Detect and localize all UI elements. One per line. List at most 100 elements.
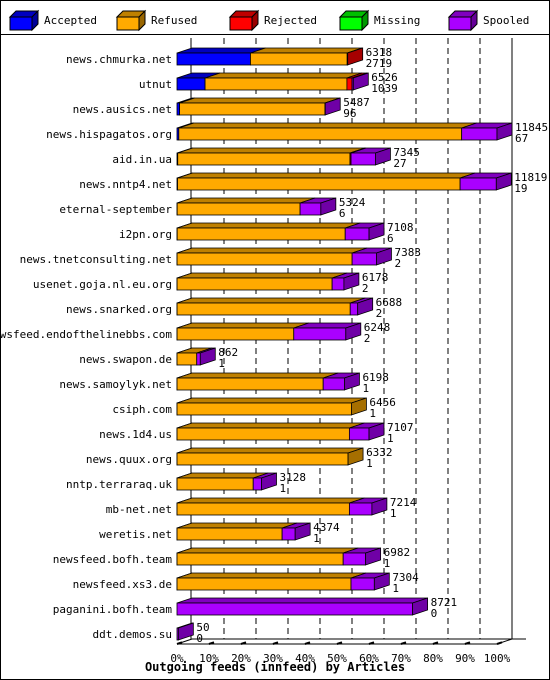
legend-label-accepted: Accepted bbox=[44, 14, 97, 27]
bar-value-label: 2 bbox=[362, 282, 369, 295]
bar-value-label: 1 bbox=[313, 532, 320, 545]
category-label: news.tnetconsulting.net bbox=[20, 253, 172, 266]
bar-segment-refused bbox=[176, 252, 353, 266]
bar-segment-refused bbox=[176, 402, 352, 416]
bar-segment-accepted bbox=[176, 52, 251, 66]
bar-segment-spooled bbox=[348, 427, 370, 441]
bar-segment-refused bbox=[176, 327, 295, 341]
bar-segment-spooled bbox=[322, 377, 345, 391]
category-label: news.snarked.org bbox=[66, 303, 172, 316]
bar-segment-spooled bbox=[299, 202, 322, 216]
bar-value-label: 1 bbox=[384, 557, 391, 570]
category-label: mb-net.net bbox=[106, 503, 172, 516]
bar-segment-top-refused bbox=[179, 97, 341, 104]
bar-segment-top-refused bbox=[178, 122, 477, 129]
bar-segment-refused bbox=[176, 427, 350, 441]
x-tick-label: 100% bbox=[484, 652, 511, 665]
legend-swatch-refused bbox=[116, 16, 140, 31]
bar-segment-top-refused bbox=[177, 147, 366, 154]
bar-segment-top-refused bbox=[176, 397, 367, 404]
innfeed-bar-chart: Accepted Refused Rejected Missing Spooled ne… bbox=[0, 0, 550, 680]
bar-value-label: 1 bbox=[280, 482, 287, 495]
bar-segment-refused bbox=[250, 52, 348, 66]
bar-segment-refused bbox=[176, 352, 198, 366]
category-label: news.1d4.us bbox=[99, 428, 172, 441]
bar-segment-top-refused bbox=[176, 572, 367, 579]
bar-segment-refused bbox=[176, 227, 346, 241]
bar-value-label: 2 bbox=[364, 332, 371, 345]
bar-segment-spooled bbox=[252, 477, 262, 491]
bar-segment-refused bbox=[177, 177, 461, 191]
bar-segment-top-refused bbox=[177, 172, 476, 179]
legend-label-missing: Missing bbox=[374, 14, 420, 27]
legend-swatch-missing bbox=[339, 16, 363, 31]
bar-segment-refused bbox=[176, 502, 350, 516]
bar-value-label: 96 bbox=[343, 107, 356, 120]
bar-value-label: 27 bbox=[393, 157, 406, 170]
bar-segment-spooled bbox=[196, 352, 201, 366]
bar-segment-spooled bbox=[281, 527, 296, 541]
category-label: news.swapon.de bbox=[79, 353, 172, 366]
x-tick-label: 90% bbox=[455, 652, 475, 665]
bar-value-label: 1 bbox=[366, 457, 373, 470]
category-label: weretis.net bbox=[99, 528, 172, 541]
category-label: news.chmurka.net bbox=[66, 53, 172, 66]
category-label: eternal-september bbox=[59, 203, 172, 216]
category-label: utnut bbox=[139, 78, 172, 91]
bar-segment-top-refused bbox=[176, 447, 364, 454]
bar-segment-top-refused bbox=[177, 222, 361, 229]
bar-segment-refused bbox=[176, 552, 344, 566]
bar-segment-accepted bbox=[176, 77, 206, 91]
category-label: newsfeed.bofh.team bbox=[53, 553, 173, 566]
category-label: news.ausics.net bbox=[73, 103, 172, 116]
bar-segment-top-refused bbox=[177, 197, 316, 204]
bar-segment-top-refused bbox=[176, 522, 298, 529]
category-label: i2pn.org bbox=[119, 228, 172, 241]
bar-segment-spooled bbox=[331, 277, 345, 291]
bar-segment-top-refused bbox=[176, 322, 309, 329]
category-label: newsfeed.xs3.de bbox=[73, 578, 172, 591]
legend-swatch-spooled bbox=[448, 16, 472, 31]
bar-segment-spooled bbox=[459, 177, 497, 191]
bar-segment-spooled bbox=[351, 252, 377, 266]
category-label: usenet.goja.nl.eu.org bbox=[33, 278, 172, 291]
bar-value-label: 67 bbox=[515, 132, 528, 145]
bar-value-label: 0 bbox=[431, 607, 438, 620]
bar-segment-refused bbox=[176, 577, 352, 591]
bar-segment-spooled bbox=[350, 152, 376, 166]
bar-segment-top-refused bbox=[250, 47, 363, 54]
bar-value-label: 1 bbox=[369, 407, 376, 420]
bar-segment-refused bbox=[176, 302, 351, 316]
bar-segment-refused bbox=[204, 77, 348, 91]
bar-value-label: 1 bbox=[362, 382, 369, 395]
bar-segment-top-refused bbox=[176, 497, 365, 504]
bar-segment-spooled bbox=[350, 577, 375, 591]
bar-segment-top-spooled bbox=[176, 597, 428, 604]
bar-value-label: 6 bbox=[387, 232, 394, 245]
bar-segment-spooled bbox=[349, 302, 359, 316]
category-label: news.nntp4.net bbox=[79, 178, 172, 191]
legend-label-refused: Refused bbox=[151, 14, 197, 27]
bar-segment-spooled bbox=[461, 127, 498, 141]
bar-segment-top-refused bbox=[176, 372, 339, 379]
bar-segment-refused bbox=[176, 202, 301, 216]
bar-value-label: 1 bbox=[392, 582, 399, 595]
bar-value-label: 1 bbox=[387, 432, 394, 445]
bar-segment-rejected bbox=[346, 77, 353, 91]
bar-segment-top-refused bbox=[176, 272, 348, 279]
bar-segment-top-refused bbox=[204, 72, 363, 79]
bar-segment-top-refused bbox=[176, 247, 368, 254]
category-label: ddt.demos.su bbox=[93, 628, 172, 641]
bar-segment-spooled bbox=[176, 602, 414, 616]
bar-segment-top-refused bbox=[176, 547, 359, 554]
bar-segment-refused bbox=[176, 377, 324, 391]
legend-swatch-rejected bbox=[229, 16, 253, 31]
bar-segment-spooled bbox=[348, 502, 373, 516]
category-label: news.quux.org bbox=[86, 453, 172, 466]
bar-segment-refused bbox=[176, 527, 283, 541]
category-label: csiph.com bbox=[112, 403, 172, 416]
bar-value-label: 6 bbox=[339, 207, 346, 220]
bar-segment-refused bbox=[176, 277, 333, 291]
x-tick-label: 80% bbox=[423, 652, 443, 665]
bar-segment-top-refused bbox=[176, 422, 365, 429]
